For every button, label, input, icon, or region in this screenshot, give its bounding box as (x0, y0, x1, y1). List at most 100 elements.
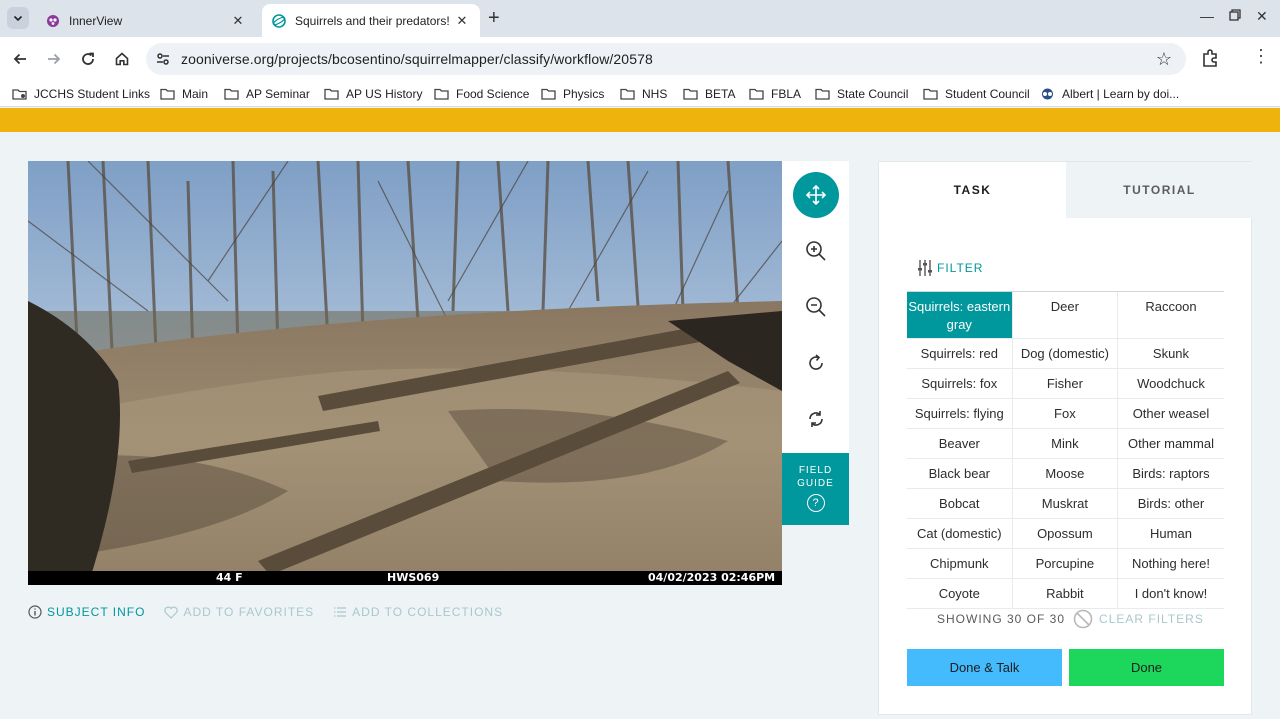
field-guide-button[interactable]: FIELD GUIDE ? (782, 453, 849, 525)
zoom-in-button[interactable] (793, 228, 839, 274)
bookmark-albert[interactable]: Albert | Learn by doi... (1040, 85, 1179, 103)
bookmark-physics[interactable]: Physics (541, 85, 604, 103)
folder-icon (434, 88, 449, 100)
choice-nothing-here[interactable]: Nothing here! (1118, 549, 1224, 578)
choice-other-mammal[interactable]: Other mammal (1118, 429, 1224, 458)
choice-birds-other[interactable]: Birds: other (1118, 489, 1224, 518)
zoom-out-button[interactable] (793, 284, 839, 330)
folder-icon (324, 88, 339, 100)
back-arrow-icon[interactable] (8, 47, 32, 71)
species-choice-grid: Squirrels: eastern gray Deer Raccoon Squ… (907, 291, 1224, 609)
showing-count: SHOWING 30 OF 30 (937, 612, 1066, 626)
site-settings-icon[interactable] (155, 51, 171, 67)
choice-fisher[interactable]: Fisher (1013, 369, 1119, 398)
choice-bobcat[interactable]: Bobcat (907, 489, 1013, 518)
bookmark-food-science[interactable]: Food Science (434, 85, 529, 103)
choice-mink[interactable]: Mink (1013, 429, 1119, 458)
clear-filters-label: CLEAR FILTERS (1099, 612, 1204, 626)
choice-black-bear[interactable]: Black bear (907, 459, 1013, 488)
bookmark-jcchs[interactable]: JCCHS Student Links (12, 85, 150, 103)
bookmarks-bar: JCCHS Student Links Main AP Seminar AP U… (0, 81, 1280, 107)
bookmark-beta[interactable]: BETA (683, 85, 735, 103)
bookmark-ap-seminar[interactable]: AP Seminar (224, 85, 310, 103)
choice-cat-domestic[interactable]: Cat (domestic) (907, 519, 1013, 548)
choice-squirrels-eastern-gray[interactable]: Squirrels: eastern gray (907, 292, 1013, 338)
bookmark-star-icon[interactable]: ☆ (1156, 49, 1172, 70)
close-tab-icon[interactable]: ✕ (230, 13, 246, 29)
subject-image[interactable]: 44 F HWS069 04/02/2023 02:46PM (28, 161, 782, 585)
tab-squirrels[interactable]: Squirrels and their predators! | ✕ (262, 4, 480, 37)
extensions-puzzle-icon[interactable] (1200, 48, 1220, 68)
choice-row: Squirrels: red Dog (domestic) Skunk (907, 339, 1224, 369)
choice-birds-raptors[interactable]: Birds: raptors (1118, 459, 1224, 488)
tab-title: Squirrels and their predators! | (295, 13, 454, 28)
choice-opossum[interactable]: Opossum (1013, 519, 1119, 548)
close-window-icon[interactable]: ✕ (1256, 8, 1268, 25)
move-tool-button[interactable] (793, 172, 839, 218)
choice-moose[interactable]: Moose (1013, 459, 1119, 488)
new-tab-plus-icon[interactable]: + (488, 8, 500, 28)
choice-coyote[interactable]: Coyote (907, 579, 1013, 608)
reset-icon (809, 411, 823, 427)
choice-row: Coyote Rabbit I don't know! (907, 579, 1224, 609)
clear-filters-button[interactable]: CLEAR FILTERS (1073, 609, 1204, 629)
filter-button[interactable]: FILTER (917, 259, 983, 277)
tab-innerview[interactable]: InnerView ✕ (36, 4, 256, 37)
add-to-collections-button[interactable]: ADD TO COLLECTIONS (333, 605, 503, 619)
choice-row: Bobcat Muskrat Birds: other (907, 489, 1224, 519)
url-text: zooniverse.org/projects/bcosentino/squir… (181, 51, 653, 67)
reset-view-button[interactable] (793, 396, 839, 442)
bookmark-state-council[interactable]: State Council (815, 85, 908, 103)
bookmark-nhs[interactable]: NHS (620, 85, 667, 103)
choice-fox[interactable]: Fox (1013, 399, 1119, 428)
forward-arrow-icon[interactable] (42, 47, 66, 71)
rotate-button[interactable] (793, 340, 839, 386)
close-tab-icon[interactable]: ✕ (454, 13, 470, 29)
bookmark-main[interactable]: Main (160, 85, 208, 103)
done-button[interactable]: Done (1069, 649, 1224, 686)
subject-meta-bar: SUBJECT INFO ADD TO FAVORITES ADD TO COL… (28, 605, 522, 619)
choice-other-weasel[interactable]: Other weasel (1118, 399, 1224, 428)
zoom-out-icon (806, 297, 826, 317)
choice-woodchuck[interactable]: Woodchuck (1118, 369, 1224, 398)
choice-chipmunk[interactable]: Chipmunk (907, 549, 1013, 578)
stamp-temperature: 44 F (216, 571, 243, 584)
choice-human[interactable]: Human (1118, 519, 1224, 548)
stamp-datetime: 04/02/2023 02:46PM (648, 571, 776, 584)
choice-rabbit[interactable]: Rabbit (1013, 579, 1119, 608)
tab-task[interactable]: TASK (879, 162, 1066, 218)
address-bar[interactable]: zooniverse.org/projects/bcosentino/squir… (146, 43, 1186, 75)
choice-dont-know[interactable]: I don't know! (1118, 579, 1224, 608)
home-icon[interactable] (110, 47, 134, 71)
done-and-talk-button[interactable]: Done & Talk (907, 649, 1062, 686)
choice-skunk[interactable]: Skunk (1118, 339, 1224, 368)
choice-squirrels-fox[interactable]: Squirrels: fox (907, 369, 1013, 398)
field-guide-label: GUIDE (797, 478, 834, 489)
announcement-banner (0, 108, 1280, 132)
tab-tutorial[interactable]: TUTORIAL (1066, 162, 1253, 218)
choice-deer[interactable]: Deer (1013, 292, 1119, 338)
choice-raccoon[interactable]: Raccoon (1118, 292, 1224, 338)
choice-row: Black bear Moose Birds: raptors (907, 459, 1224, 489)
add-to-favorites-button[interactable]: ADD TO FAVORITES (164, 605, 314, 619)
bookmark-fbla[interactable]: FBLA (749, 85, 801, 103)
apps-folder-icon (12, 89, 27, 100)
browser-menu-icon[interactable]: ⋮ (1252, 47, 1270, 65)
choice-squirrels-red[interactable]: Squirrels: red (907, 339, 1013, 368)
rotate-icon (809, 354, 823, 370)
bookmark-label: Student Council (945, 87, 1030, 101)
list-icon (334, 607, 347, 617)
minimize-icon[interactable]: — (1200, 8, 1214, 24)
restore-icon[interactable] (1229, 8, 1241, 24)
bookmark-student-council[interactable]: Student Council (923, 85, 1030, 103)
choice-muskrat[interactable]: Muskrat (1013, 489, 1119, 518)
bookmark-apush[interactable]: AP US History (324, 85, 422, 103)
choice-beaver[interactable]: Beaver (907, 429, 1013, 458)
choice-dog-domestic[interactable]: Dog (domestic) (1013, 339, 1119, 368)
subject-info-button[interactable]: SUBJECT INFO (28, 605, 145, 619)
choice-squirrels-flying[interactable]: Squirrels: flying (907, 399, 1013, 428)
choice-porcupine[interactable]: Porcupine (1013, 549, 1119, 578)
reload-icon[interactable] (76, 47, 100, 71)
tab-search-button[interactable] (7, 7, 29, 29)
bookmark-label: JCCHS Student Links (34, 87, 151, 101)
